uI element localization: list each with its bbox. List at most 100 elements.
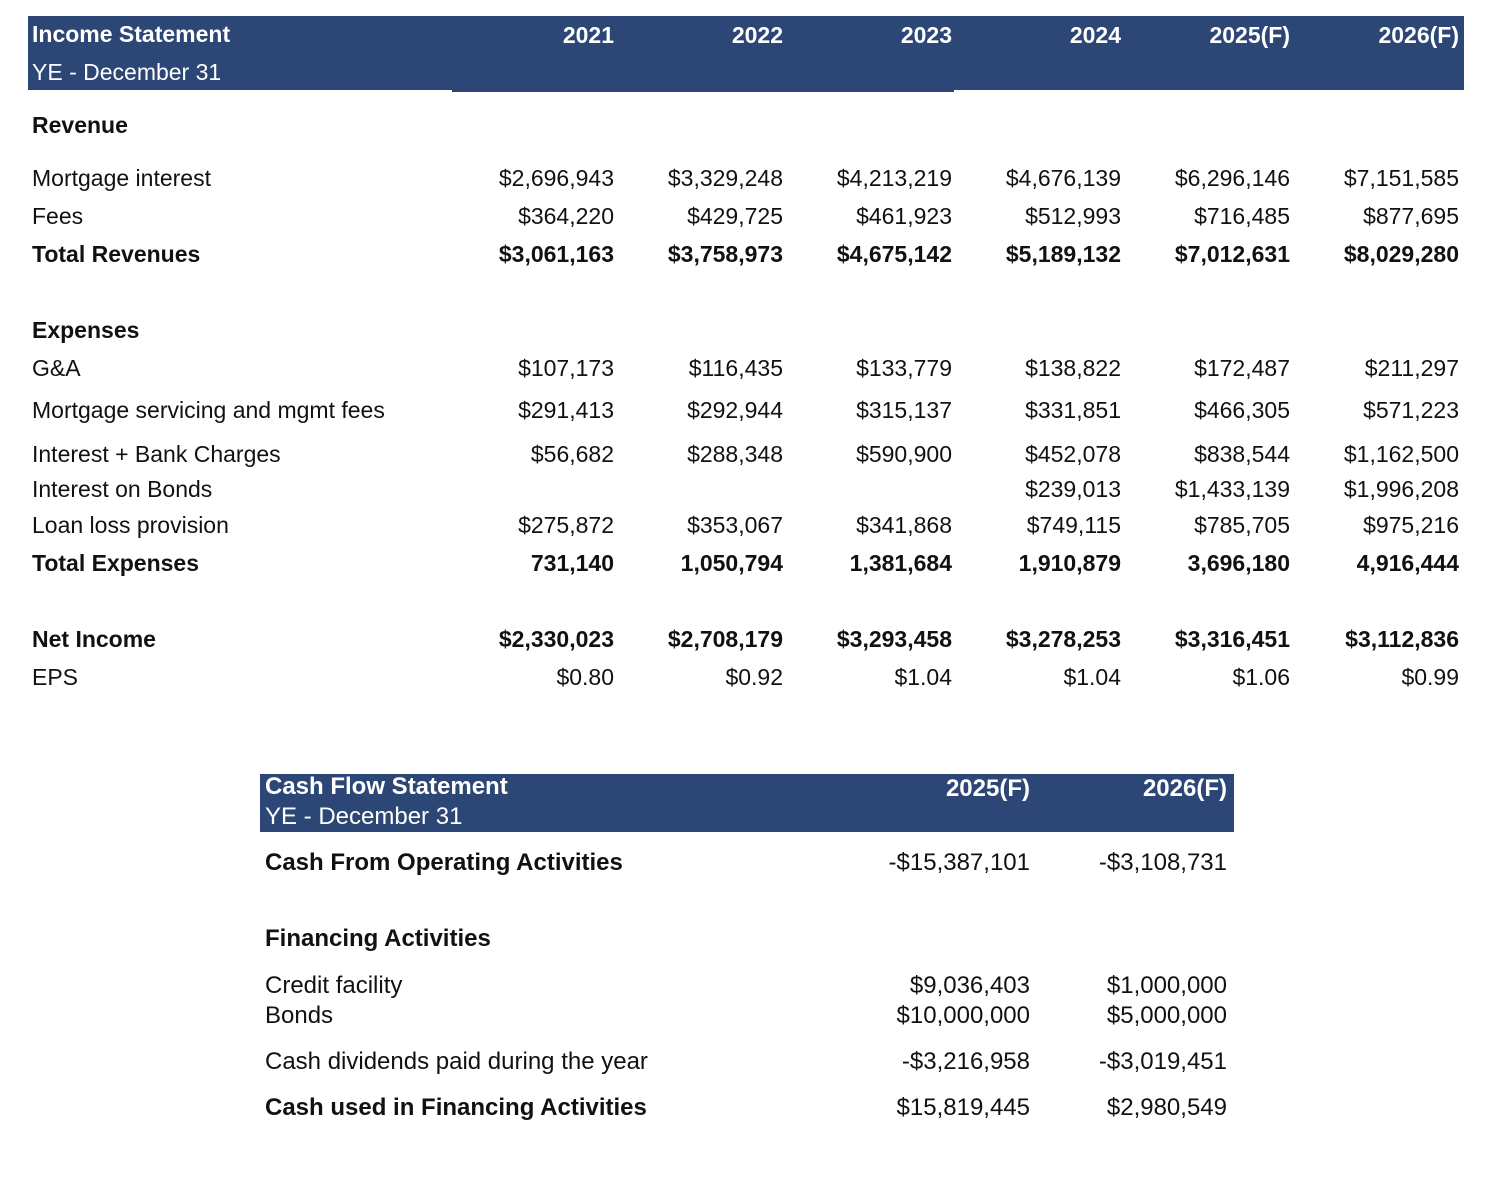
- table-cell: $3,061,163: [498, 241, 614, 267]
- table-cell: $133,779: [856, 355, 952, 381]
- table-cell: $10,000,000: [896, 1002, 1030, 1029]
- table-cell: 1,910,879: [1018, 550, 1121, 576]
- cash-flow-title: Cash Flow Statement: [265, 773, 508, 800]
- cf-year-header-2025f: 2025(F): [945, 775, 1030, 802]
- table-cell: $2,980,549: [1106, 1094, 1227, 1121]
- table-cell: $7,012,631: [1174, 241, 1290, 267]
- year-header-2022: 2022: [731, 22, 783, 48]
- table-cell: $1,162,500: [1343, 441, 1459, 467]
- row-label-mortgage-interest: Mortgage interest: [32, 165, 211, 191]
- table-cell: 731,140: [530, 550, 614, 576]
- table-cell: $364,220: [518, 203, 614, 229]
- table-cell: $975,216: [1363, 512, 1459, 538]
- row-label-interest-bank-charges: Interest + Bank Charges: [32, 441, 281, 467]
- table-cell: $785,705: [1194, 512, 1290, 538]
- table-cell: $4,676,139: [1005, 165, 1121, 191]
- table-cell: $315,137: [856, 397, 952, 423]
- table-cell: 1,381,684: [849, 550, 952, 576]
- table-cell: $3,112,836: [1345, 626, 1459, 652]
- table-cell: $15,819,445: [896, 1094, 1030, 1121]
- header-underline: [452, 88, 954, 92]
- table-cell: $288,348: [687, 441, 783, 467]
- table-cell: $5,000,000: [1106, 1002, 1227, 1029]
- row-label-bonds: Bonds: [265, 1002, 334, 1029]
- cash-flow-subtitle: YE - December 31: [265, 803, 463, 830]
- table-cell: $4,675,142: [836, 241, 952, 267]
- row-label-total-revenues: Total Revenues: [32, 241, 201, 267]
- financing-heading: Financing Activities: [265, 925, 491, 952]
- table-cell: $341,868: [856, 512, 952, 538]
- row-label-mortgage-servicing: Mortgage servicing and mgmt fees: [32, 397, 385, 423]
- table-cell: -$3,216,958: [901, 1048, 1030, 1075]
- table-cell: $571,223: [1363, 397, 1459, 423]
- table-cell: $5,189,132: [1005, 241, 1121, 267]
- table-cell: $9,036,403: [909, 972, 1030, 999]
- row-label-ga: G&A: [32, 355, 81, 381]
- table-cell: $138,822: [1025, 355, 1121, 381]
- table-cell: $291,413: [518, 397, 614, 423]
- table-cell: $1.04: [1063, 664, 1121, 690]
- table-cell: $353,067: [687, 512, 783, 538]
- row-label-eps: EPS: [32, 664, 79, 690]
- table-cell: 1,050,794: [680, 550, 783, 576]
- table-cell: 3,696,180: [1187, 550, 1290, 576]
- year-header-2021: 2021: [562, 22, 614, 48]
- table-cell: $8,029,280: [1343, 241, 1459, 267]
- table-cell: $3,293,458: [836, 626, 952, 652]
- table-cell: $292,944: [687, 397, 783, 423]
- table-cell: $331,851: [1025, 397, 1121, 423]
- table-cell: $1,000,000: [1106, 972, 1227, 999]
- row-label-operating-activities: Cash From Operating Activities: [265, 849, 623, 876]
- table-cell: $1,996,208: [1343, 476, 1459, 502]
- table-cell: 4,916,444: [1356, 550, 1459, 576]
- year-header-2025f: 2025(F): [1209, 22, 1290, 48]
- table-cell: $877,695: [1363, 203, 1459, 229]
- table-cell: $275,872: [518, 512, 614, 538]
- table-cell: $211,297: [1364, 355, 1459, 381]
- table-cell: $56,682: [530, 441, 614, 467]
- row-label-total-expenses: Total Expenses: [32, 550, 200, 576]
- table-cell: $512,993: [1025, 203, 1121, 229]
- income-statement-subtitle: YE - December 31: [32, 59, 222, 85]
- table-cell: -$3,108,731: [1098, 849, 1227, 876]
- cf-year-header-2026f: 2026(F): [1142, 775, 1227, 802]
- table-cell: $3,329,248: [667, 165, 783, 191]
- year-header-2023: 2023: [900, 22, 952, 48]
- table-cell: $452,078: [1025, 441, 1121, 467]
- table-cell: $716,485: [1194, 203, 1290, 229]
- table-cell: $2,696,943: [498, 165, 614, 191]
- table-cell: $6,296,146: [1174, 165, 1290, 191]
- table-cell: $239,013: [1025, 476, 1121, 502]
- table-cell: $749,115: [1026, 512, 1121, 538]
- row-label-interest-on-bonds: Interest on Bonds: [32, 476, 213, 502]
- table-cell: $1,433,139: [1174, 476, 1290, 502]
- table-cell: $3,758,973: [667, 241, 783, 267]
- table-cell: $590,900: [856, 441, 952, 467]
- table-cell: $2,330,023: [498, 626, 614, 652]
- table-cell: $4,213,219: [836, 165, 952, 191]
- revenue-heading: Revenue: [32, 112, 128, 138]
- year-header-2024: 2024: [1069, 22, 1121, 48]
- table-cell: $0.99: [1401, 664, 1459, 690]
- row-label-credit-facility: Credit facility: [265, 972, 403, 999]
- table-cell: $107,173: [518, 355, 614, 381]
- table-cell: $172,487: [1194, 355, 1290, 381]
- table-cell: $429,725: [687, 203, 783, 229]
- table-cell: $0.92: [725, 664, 783, 690]
- table-cell: $116,435: [688, 355, 783, 381]
- expenses-heading: Expenses: [32, 317, 140, 343]
- table-cell: $838,544: [1194, 441, 1290, 467]
- row-label-loan-loss-provision: Loan loss provision: [32, 512, 229, 538]
- table-cell: -$3,019,451: [1098, 1048, 1227, 1075]
- table-cell: $7,151,585: [1343, 165, 1459, 191]
- table-cell: $1.04: [894, 664, 952, 690]
- table-cell: $2,708,179: [667, 626, 783, 652]
- year-header-2026f: 2026(F): [1378, 22, 1459, 48]
- table-cell: $1.06: [1232, 664, 1290, 690]
- row-label-cash-dividends: Cash dividends paid during the year: [265, 1048, 648, 1075]
- table-cell: $0.80: [556, 664, 614, 690]
- table-cell: $3,316,451: [1174, 626, 1290, 652]
- income-statement-title: Income Statement: [32, 21, 231, 47]
- table-cell: $461,923: [856, 203, 952, 229]
- table-cell: -$15,387,101: [888, 849, 1030, 876]
